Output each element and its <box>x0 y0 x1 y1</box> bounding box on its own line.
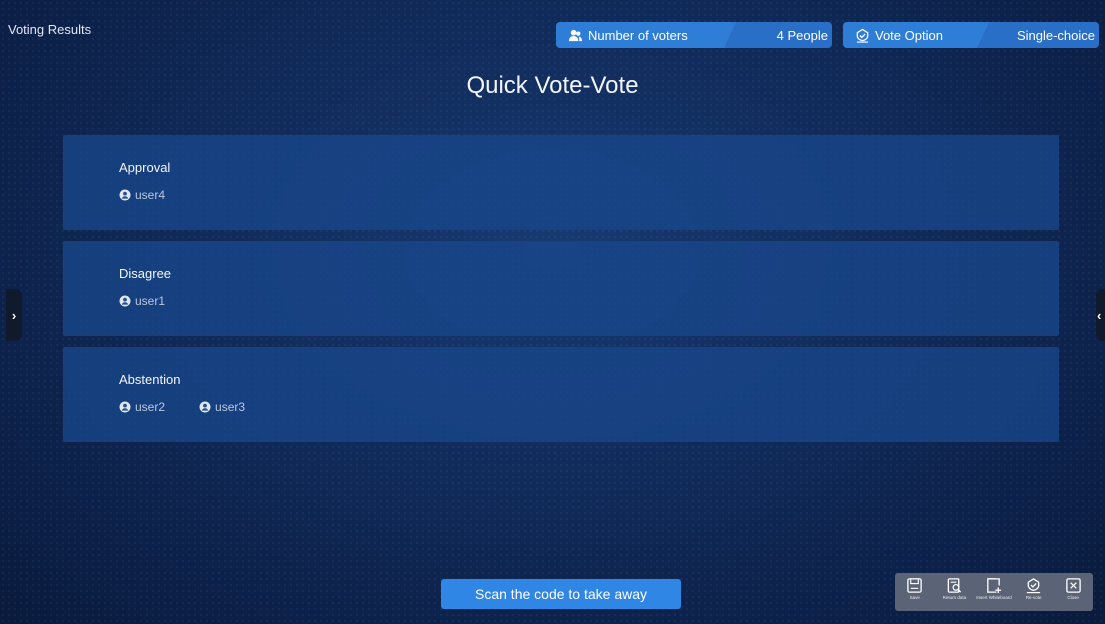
voter-item: user2 <box>119 400 165 414</box>
vote-option-pill: Vote Option Single-choice <box>843 22 1099 48</box>
close-button[interactable]: Close <box>1055 577 1091 601</box>
page-header-title: Voting Results <box>8 22 92 37</box>
option-voters: user2 user3 <box>119 400 245 414</box>
re-vote-icon <box>1026 578 1041 594</box>
user-avatar-icon <box>199 401 211 413</box>
option-name: Abstention <box>119 372 181 387</box>
user-avatar-icon <box>119 295 131 307</box>
voter-name: user2 <box>135 400 166 414</box>
expand-right-panel-button[interactable]: ‹ <box>1096 289 1105 341</box>
vote-option-value: Single-choice <box>1016 27 1095 43</box>
re-vote-label: Re-vote <box>1025 595 1042 600</box>
expand-left-panel-button[interactable]: › <box>6 289 22 341</box>
option-card-abstention: Abstention user2 user3 <box>63 347 1059 442</box>
option-voters: user4 <box>119 188 165 202</box>
voting-results-screen: Voting Results Number of voters 4 People <box>0 0 1105 624</box>
insert-whiteboard-label: Insert Whiteboard <box>976 595 1012 600</box>
option-voters: user1 <box>119 294 165 308</box>
save-button[interactable]: Save <box>897 577 933 601</box>
scan-code-button[interactable]: Scan the code to take away <box>441 579 681 609</box>
voter-name: user3 <box>215 400 246 414</box>
check-badge-icon <box>855 28 870 43</box>
voter-name: user4 <box>135 188 166 202</box>
chevron-left-icon: ‹ <box>1097 307 1102 323</box>
insert-whiteboard-icon <box>987 578 1002 594</box>
return-data-label: Return data <box>942 595 967 600</box>
number-of-voters-value: 4 People <box>776 27 828 43</box>
chevron-right-icon: › <box>11 307 17 323</box>
save-label: Save <box>909 595 920 600</box>
users-icon <box>568 28 583 43</box>
number-of-voters-pill: Number of voters 4 People <box>556 22 832 48</box>
user-avatar-icon <box>119 401 131 413</box>
option-card-disagree: Disagree user1 <box>63 241 1059 336</box>
close-label: Close <box>1067 595 1079 600</box>
voter-item: user4 <box>119 188 165 202</box>
bottom-toolbar: Save Return data Insert Whiteboard Re-vo… <box>895 573 1093 611</box>
return-data-button[interactable]: Return data <box>936 577 972 601</box>
re-vote-button[interactable]: Re-vote <box>1016 577 1052 601</box>
voter-name: user1 <box>135 294 166 308</box>
user-avatar-icon <box>119 189 131 201</box>
voter-item: user1 <box>119 294 165 308</box>
return-data-icon <box>947 578 961 593</box>
save-icon <box>907 578 923 593</box>
voter-item: user3 <box>199 400 245 414</box>
number-of-voters-label: Number of voters <box>588 27 688 43</box>
vote-option-label: Vote Option <box>875 27 943 43</box>
vote-title: Quick Vote-Vote <box>466 72 639 99</box>
option-name: Disagree <box>119 266 172 281</box>
insert-whiteboard-button[interactable]: Insert Whiteboard <box>976 577 1012 601</box>
option-card-approval: Approval user4 <box>63 135 1059 230</box>
option-name: Approval <box>119 160 171 175</box>
close-icon <box>1065 578 1081 593</box>
